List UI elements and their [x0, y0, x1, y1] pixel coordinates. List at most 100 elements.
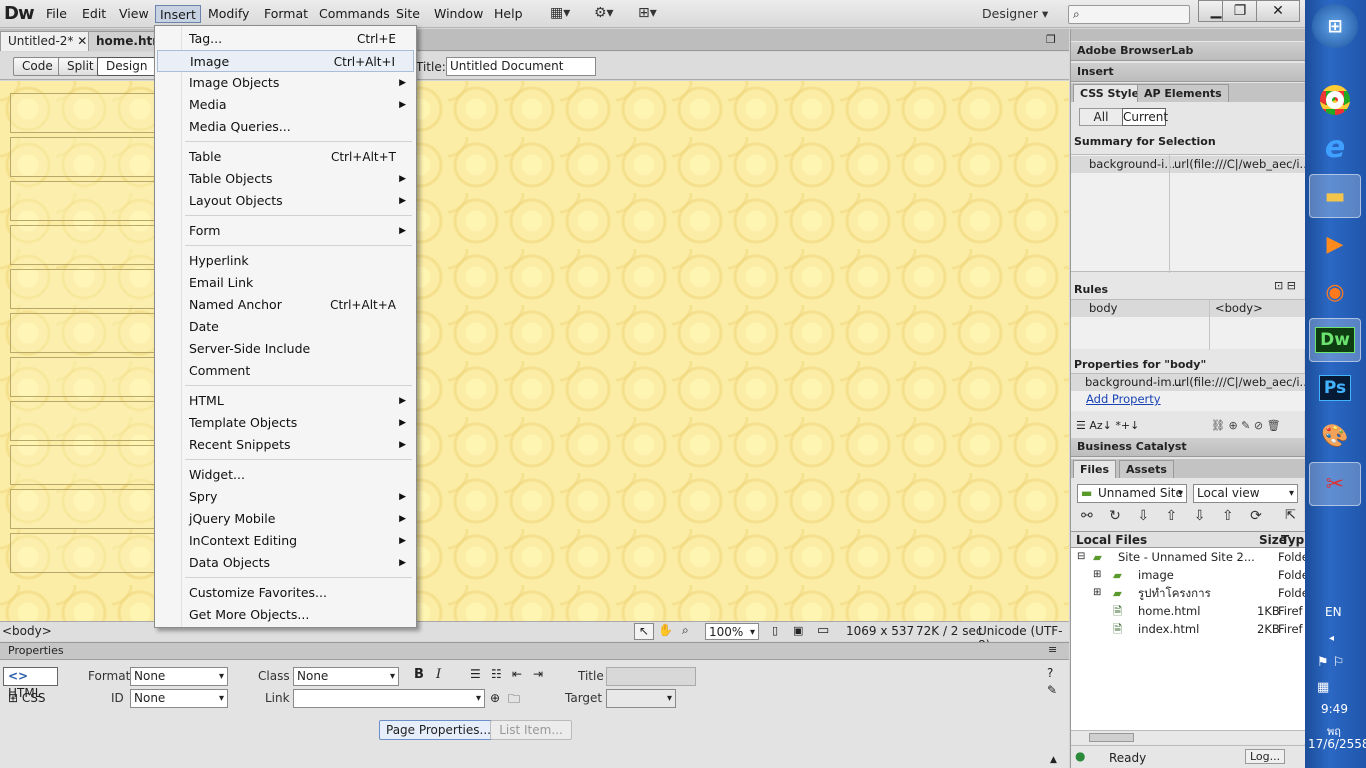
- gear-icon[interactable]: ⚙▾: [594, 5, 614, 23]
- menu-view[interactable]: View: [115, 5, 153, 23]
- tray-icons[interactable]: ⚑ ⚐: [1317, 655, 1344, 670]
- menu-item-spry[interactable]: Spry ▶: [157, 486, 414, 508]
- html-mode-button[interactable]: <> HTML: [3, 667, 58, 700]
- layout-cell[interactable]: [10, 181, 160, 221]
- css-property-row[interactable]: background-im... url(file:///C|/web_aec/…: [1071, 374, 1311, 391]
- menu-item-layout-objects[interactable]: Layout Objects ▶: [157, 190, 414, 212]
- format-select[interactable]: None: [130, 667, 228, 686]
- horizontal-scrollbar[interactable]: [1071, 730, 1305, 744]
- menu-item-media[interactable]: Media ▶: [157, 94, 414, 116]
- link-input[interactable]: [293, 689, 485, 708]
- menu-insert[interactable]: Insert: [155, 5, 201, 23]
- layout-cell[interactable]: [10, 225, 160, 265]
- file-row-index[interactable]: 🗎 index.html 2KB Firef: [1071, 621, 1305, 638]
- scroll-thumb[interactable]: [1089, 733, 1134, 742]
- pointer-tool-icon[interactable]: ↖: [634, 623, 654, 640]
- split-view-button[interactable]: Split: [58, 57, 103, 76]
- menu-item-hyperlink[interactable]: Hyperlink: [157, 250, 414, 272]
- menu-help[interactable]: Help: [490, 5, 527, 23]
- layout-cell[interactable]: [10, 533, 160, 573]
- bold-button[interactable]: B: [414, 667, 424, 682]
- firefox-icon[interactable]: ◉: [1309, 270, 1361, 314]
- layout-cell[interactable]: [10, 357, 160, 397]
- menu-item-form[interactable]: Form ▶: [157, 220, 414, 242]
- folder-icon[interactable]: 🗀: [508, 690, 520, 711]
- menu-item-server-side-include[interactable]: Server-Side Include: [157, 338, 414, 360]
- menu-modify[interactable]: Modify: [204, 5, 253, 23]
- close-button[interactable]: ✕: [1256, 0, 1300, 22]
- maximize-button[interactable]: ❐: [1222, 0, 1258, 22]
- menu-file[interactable]: File: [42, 5, 71, 23]
- menu-item-tag[interactable]: Tag... Ctrl+E: [157, 28, 414, 50]
- menu-item-jquery-mobile[interactable]: jQuery Mobile ▶: [157, 508, 414, 530]
- business-catalyst-header[interactable]: Business Catalyst: [1071, 438, 1305, 457]
- menu-item-customize-favorites[interactable]: Customize Favorites...: [157, 582, 414, 604]
- menu-format[interactable]: Format: [260, 5, 312, 23]
- point-to-file-icon[interactable]: ⊕: [490, 691, 500, 705]
- local-files-column[interactable]: Local Files: [1076, 533, 1147, 547]
- insert-panel-header[interactable]: Insert: [1071, 63, 1305, 82]
- network-icon[interactable]: ▦: [1317, 680, 1329, 695]
- close-icon[interactable]: ✕: [77, 34, 87, 48]
- design-view-button[interactable]: Design: [97, 57, 157, 76]
- rule-row[interactable]: body <body>: [1071, 300, 1305, 317]
- log-button[interactable]: Log...: [1245, 749, 1286, 764]
- code-view-button[interactable]: Code: [13, 57, 62, 76]
- chrome-icon[interactable]: [1309, 78, 1361, 122]
- zoom-tool-icon[interactable]: ⌕: [682, 623, 689, 638]
- view-mode-icons[interactable]: ☰ Az↓ *+↓: [1076, 419, 1139, 432]
- file-row-site[interactable]: ⊟ ▰ Site - Unnamed Site 2... Folde: [1071, 549, 1305, 566]
- language-indicator[interactable]: EN: [1325, 605, 1342, 619]
- current-button[interactable]: Current: [1122, 108, 1168, 126]
- panel-menu-icon[interactable]: ≡: [1048, 643, 1057, 656]
- menu-commands[interactable]: Commands: [315, 5, 394, 23]
- help-icon[interactable]: ?: [1047, 666, 1053, 680]
- outdent-icon[interactable]: ⇤: [512, 667, 522, 681]
- id-select[interactable]: None: [130, 689, 228, 708]
- dreamweaver-taskbar-icon[interactable]: Dw: [1309, 318, 1361, 362]
- menu-window[interactable]: Window: [430, 5, 487, 23]
- menu-item-named-anchor[interactable]: Named Anchor Ctrl+Alt+A: [157, 294, 414, 316]
- layout-cell[interactable]: [10, 489, 160, 529]
- layout-cell[interactable]: [10, 137, 160, 177]
- desktop-size-icon[interactable]: ▭: [817, 623, 829, 638]
- clock-time[interactable]: 9:49: [1321, 702, 1348, 716]
- tab-assets[interactable]: Assets: [1119, 460, 1174, 478]
- file-row-image[interactable]: ⊞ ▰ image Folde: [1071, 567, 1305, 584]
- target-select[interactable]: [606, 689, 676, 708]
- summary-row[interactable]: background-i... url(file:///C|/web_aec/i…: [1071, 156, 1311, 173]
- site-select[interactable]: ▬ Unnamed Site: [1077, 484, 1187, 503]
- tab-files[interactable]: Files: [1073, 460, 1117, 478]
- layout-icon[interactable]: ▦▾: [550, 5, 570, 23]
- files-toolbar-icons[interactable]: ⚯ ↻ ⇩ ⇧ ⇩ ⇧ ⟳: [1081, 508, 1268, 524]
- workspace-switcher[interactable]: Designer ▾: [982, 6, 1048, 21]
- expand-icon[interactable]: ⊞: [1093, 585, 1101, 601]
- tag-selector[interactable]: <body>: [2, 624, 52, 638]
- ordered-list-icon[interactable]: ☷: [491, 667, 502, 681]
- layout-cell[interactable]: [10, 445, 160, 485]
- class-select[interactable]: None: [293, 667, 399, 686]
- layout-cell[interactable]: [10, 269, 160, 309]
- tab-untitled[interactable]: Untitled-2* ✕: [0, 31, 96, 51]
- hand-tool-icon[interactable]: ✋: [658, 623, 673, 637]
- tablet-size-icon[interactable]: ▣: [793, 624, 803, 637]
- expand-icon[interactable]: ⊞: [1093, 567, 1101, 583]
- tab-ap-elements[interactable]: AP Elements: [1137, 84, 1229, 102]
- css-action-icons[interactable]: ⛓ ⊕ ✎ ⊘ 🗑: [1211, 419, 1281, 432]
- layout-cell[interactable]: [10, 313, 160, 353]
- menu-site[interactable]: Site: [392, 5, 424, 23]
- paint-icon[interactable]: 🎨: [1309, 414, 1361, 458]
- menu-item-email-link[interactable]: Email Link: [157, 272, 414, 294]
- menu-item-incontext-editing[interactable]: InContext Editing ▶: [157, 530, 414, 552]
- css-mode-button[interactable]: ⊞ CSS: [8, 691, 46, 705]
- unordered-list-icon[interactable]: ☰: [470, 667, 481, 681]
- restore-icon[interactable]: ❐: [1046, 33, 1056, 46]
- menu-item-template-objects[interactable]: Template Objects ▶: [157, 412, 414, 434]
- indent-icon[interactable]: ⇥: [533, 667, 543, 681]
- italic-button[interactable]: I: [436, 667, 441, 682]
- menu-item-html[interactable]: HTML ▶: [157, 390, 414, 412]
- title-input[interactable]: Untitled Document: [446, 57, 596, 76]
- collapse-icon[interactable]: ▲: [1050, 755, 1057, 765]
- menu-item-table-objects[interactable]: Table Objects ▶: [157, 168, 414, 190]
- add-property-link[interactable]: Add Property: [1086, 392, 1161, 406]
